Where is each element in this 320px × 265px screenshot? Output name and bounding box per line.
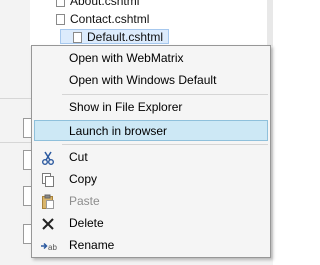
scissors-icon: [40, 150, 56, 166]
menu-item-label: Delete: [69, 216, 104, 230]
rename-icon: ab: [40, 238, 57, 254]
file-tree: About.cshtml Contact.cshtml Default.csht…: [30, 0, 273, 46]
menu-item-open-windows-default[interactable]: Open with Windows Default: [34, 70, 268, 91]
menu-item-launch-in-browser[interactable]: Launch in browser: [34, 120, 268, 141]
delete-icon: [40, 216, 56, 232]
tree-item-label: Contact.cshtml: [70, 12, 150, 26]
menu-item-label: Cut: [69, 150, 88, 164]
tree-scrollbar[interactable]: [267, 0, 273, 46]
menu-item-label: Launch in browser: [69, 124, 168, 138]
menu-separator: [62, 144, 268, 145]
svg-text:ab: ab: [48, 243, 57, 252]
tree-item-label: About.cshtml: [70, 0, 140, 8]
file-icon: [73, 32, 82, 43]
menu-item-label: Copy: [69, 172, 98, 186]
menu-item-copy[interactable]: Copy: [34, 169, 268, 190]
menu-item-paste[interactable]: Paste: [34, 191, 268, 212]
menu-separator: [62, 94, 268, 95]
menu-item-label: Paste: [69, 194, 100, 208]
tree-item-label: Default.cshtml: [87, 30, 164, 44]
tree-item-about[interactable]: About.cshtml: [56, 0, 140, 9]
menu-item-show-in-explorer[interactable]: Show in File Explorer: [34, 97, 268, 118]
file-icon: [56, 14, 65, 25]
context-menu: Open with WebMatrix Open with Windows De…: [31, 45, 271, 258]
menu-item-delete[interactable]: Delete: [34, 213, 268, 234]
copy-icon: [40, 172, 56, 188]
menu-item-label: Show in File Explorer: [69, 100, 183, 114]
tree-item-default[interactable]: Default.cshtml: [60, 29, 170, 44]
tree-item-contact[interactable]: Contact.cshtml: [56, 12, 150, 27]
menu-item-cut[interactable]: Cut: [34, 147, 268, 168]
menu-item-label: Rename: [69, 238, 115, 252]
divider: [0, 142, 35, 143]
paste-icon: [40, 194, 56, 210]
menu-item-rename[interactable]: ab Rename: [34, 235, 268, 256]
menu-item-label: Open with WebMatrix: [69, 51, 184, 65]
file-icon: [56, 0, 65, 7]
menu-item-open-webmatrix[interactable]: Open with WebMatrix: [34, 48, 268, 69]
menu-item-label: Open with Windows Default: [69, 73, 217, 87]
divider: [0, 98, 35, 99]
